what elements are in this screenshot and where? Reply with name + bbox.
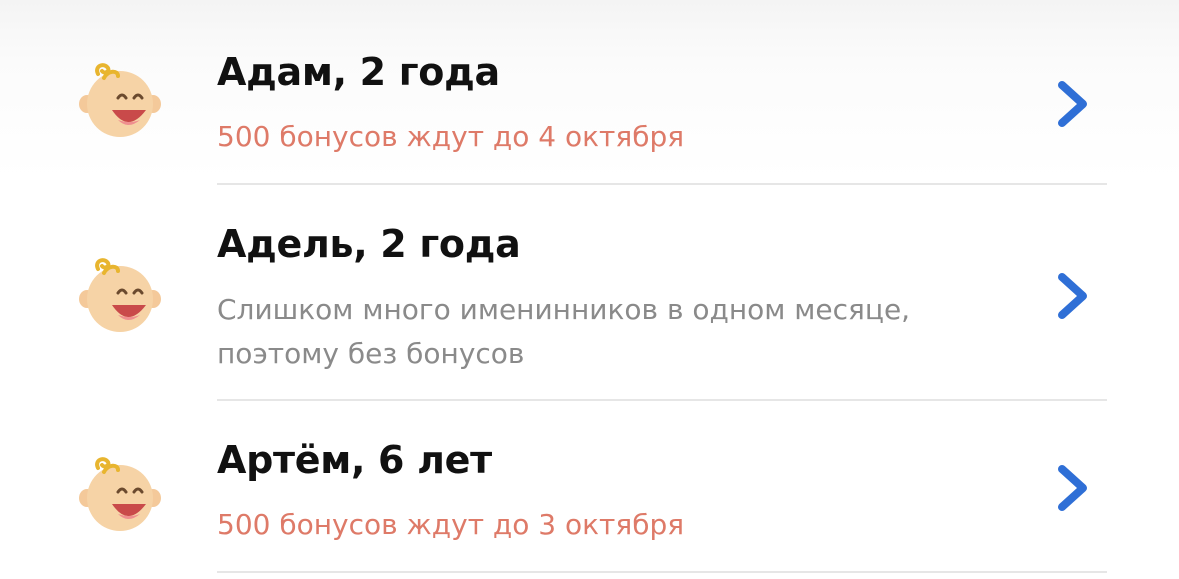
chevron-right-icon[interactable] (1052, 271, 1092, 321)
child-name: Артём, 6 лет (217, 438, 492, 482)
bonus-status: Слишком много именинников в одном месяце… (217, 288, 1017, 376)
chevron-right-icon[interactable] (1052, 463, 1092, 513)
child-row-artyom[interactable]: Артём, 6 лет 500 бонусов ждут до 3 октяб… (0, 401, 1179, 573)
baby-face-icon (78, 60, 162, 144)
bonus-status-line: 500 бонусов ждут до 4 октября (217, 120, 685, 153)
bonus-status: 500 бонусов ждут до 3 октября (217, 503, 1017, 547)
children-list: Адам, 2 года 500 бонусов ждут до 4 октяб… (0, 0, 1179, 579)
child-row-adel[interactable]: Адель, 2 года Слишком много именинников … (0, 185, 1179, 401)
bonus-status-line: поэтому без бонусов (217, 337, 525, 370)
child-name: Адам, 2 года (217, 50, 500, 94)
child-row-adam[interactable]: Адам, 2 года 500 бонусов ждут до 4 октяб… (0, 0, 1179, 185)
baby-face-icon (78, 255, 162, 339)
row-divider (217, 571, 1107, 573)
bonus-status-line: Слишком много именинников в одном месяце… (217, 293, 911, 326)
baby-face-icon (78, 454, 162, 538)
bonus-status: 500 бонусов ждут до 4 октября (217, 115, 1017, 159)
chevron-right-icon[interactable] (1052, 79, 1092, 129)
child-name: Адель, 2 года (217, 222, 521, 266)
bonus-status-line: 500 бонусов ждут до 3 октября (217, 508, 685, 541)
